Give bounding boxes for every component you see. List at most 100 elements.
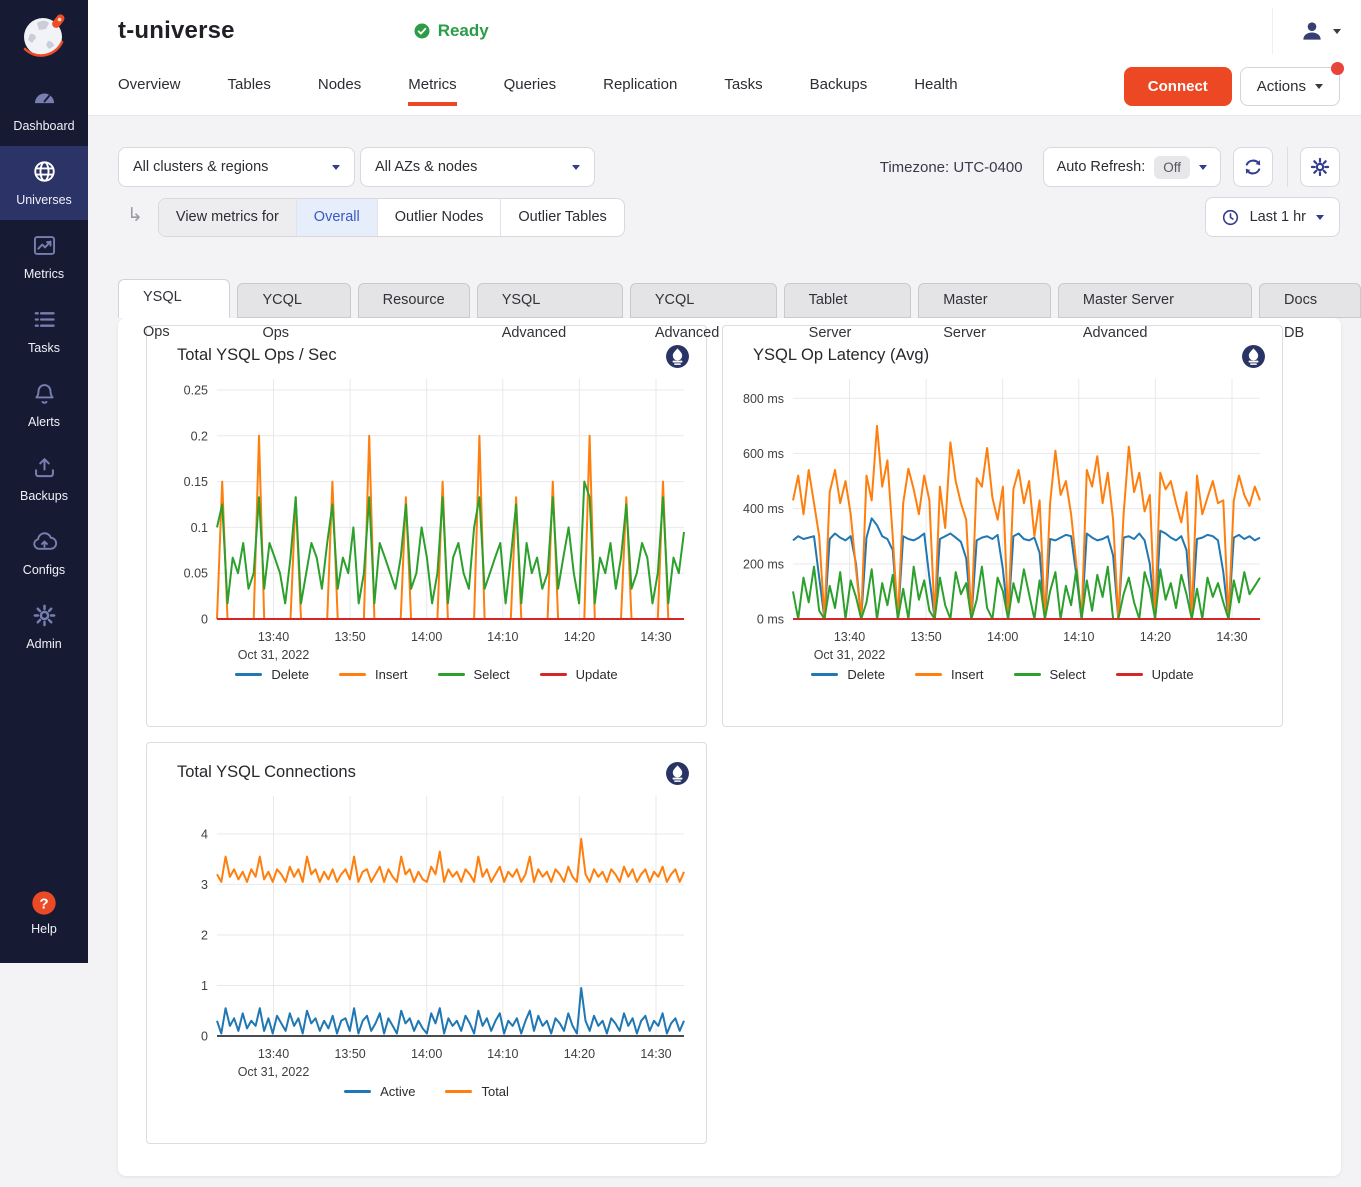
legend-item-update[interactable]: Update [1116,667,1194,682]
legend-item-active[interactable]: Active [344,1084,415,1099]
sidebar-item-label: Universes [16,193,72,207]
metrics-panel: Total YSQL Ops / Sec 00.050.10.150.20.25… [118,318,1341,1176]
header: t-universe Ready OverviewTablesNodesMetr… [88,0,1361,116]
chart-canvas[interactable]: 0123413:40Oct 31, 202213:5014:0014:1014:… [161,784,692,1084]
svg-text:?: ? [39,895,48,912]
svg-text:14:20: 14:20 [1140,630,1171,644]
nav-tab-tasks[interactable]: Tasks [724,76,762,106]
svg-text:Oct 31, 2022: Oct 31, 2022 [238,648,310,662]
svg-text:13:50: 13:50 [334,630,365,644]
legend-item-delete[interactable]: Delete [811,667,885,682]
app-logo[interactable] [0,0,88,72]
svg-text:14:30: 14:30 [640,1047,671,1061]
actions-label: Actions [1257,78,1306,95]
metric-tab-master-server[interactable]: Master Server [918,283,1051,318]
svg-text:14:20: 14:20 [564,630,595,644]
metrics-settings-button[interactable] [1300,147,1340,187]
clock-icon [1221,208,1240,227]
nav-tab-health[interactable]: Health [914,76,957,106]
legend-item-update[interactable]: Update [540,667,618,682]
user-menu[interactable] [1272,8,1341,54]
svg-text:Oct 31, 2022: Oct 31, 2022 [238,1065,310,1079]
svg-text:0 ms: 0 ms [757,613,784,627]
series-insert [793,426,1260,619]
metric-tab-ycql-advanced[interactable]: YCQL Advanced [630,283,777,318]
metric-tab-ysql-advanced[interactable]: YSQL Advanced [477,283,623,318]
connect-button[interactable]: Connect [1124,67,1232,106]
legend-label: Active [380,1084,415,1099]
nav-tab-metrics[interactable]: Metrics [408,76,456,106]
auto-refresh-control[interactable]: Auto Refresh: Off [1043,147,1221,187]
sidebar-item-admin[interactable]: Admin [0,590,88,664]
legend-item-select[interactable]: Select [438,667,510,682]
metric-tab-master-server-advanced[interactable]: Master Server Advanced [1058,283,1252,318]
svg-text:14:20: 14:20 [564,1047,595,1061]
svg-text:1: 1 [201,979,208,993]
time-range-select[interactable]: Last 1 hr [1205,197,1340,237]
chevron-down-icon [1315,84,1323,89]
cluster-region-value: All clusters & regions [133,159,268,175]
sidebar-item-help[interactable]: ? Help [0,877,88,949]
view-metrics-option-outlier-tables[interactable]: Outlier Tables [500,199,623,236]
universe-icon [31,158,58,188]
nav-tab-nodes[interactable]: Nodes [318,76,361,106]
view-metrics-option-outlier-nodes[interactable]: Outlier Nodes [377,199,501,236]
svg-text:0: 0 [201,1030,208,1044]
nav-tab-queries[interactable]: Queries [504,76,557,106]
prometheus-icon[interactable] [665,761,690,791]
sidebar-item-metrics[interactable]: Metrics [0,220,88,294]
metric-tab-resource[interactable]: Resource [358,283,470,318]
svg-text:13:50: 13:50 [910,630,941,644]
legend-label: Update [1152,667,1194,682]
legend-label: Total [481,1084,508,1099]
svg-text:0: 0 [201,613,208,627]
auto-refresh-label: Auto Refresh: [1057,159,1146,175]
actions-button[interactable]: Actions [1240,67,1340,106]
main-content: All clusters & regions All AZs & nodes T… [88,116,1361,1187]
nav-tab-replication[interactable]: Replication [603,76,677,106]
svg-text:14:00: 14:00 [411,630,442,644]
return-arrow-icon: ↳ [127,204,143,227]
metric-tab-ysql-ops[interactable]: YSQL Ops [118,279,230,318]
chart-canvas[interactable]: 00.050.10.150.20.2513:40Oct 31, 202213:5… [161,367,692,667]
svg-text:0.05: 0.05 [184,567,208,581]
notification-dot [1331,62,1344,75]
chart-title: Total YSQL Connections [177,763,692,782]
configs-icon [31,528,58,558]
legend-item-insert[interactable]: Insert [915,667,984,682]
sidebar-item-alerts[interactable]: Alerts [0,368,88,442]
sidebar-item-backups[interactable]: Backups [0,442,88,516]
sidebar-item-label: Alerts [28,415,60,429]
legend-label: Insert [375,667,408,682]
legend-item-select[interactable]: Select [1014,667,1086,682]
sidebar-item-universes[interactable]: Universes [0,146,88,220]
svg-text:800 ms: 800 ms [743,392,784,406]
legend-item-insert[interactable]: Insert [339,667,408,682]
legend-label: Select [474,667,510,682]
refresh-button[interactable] [1233,147,1273,187]
metric-tab-ycql-ops[interactable]: YCQL Ops [237,283,350,318]
sidebar-item-configs[interactable]: Configs [0,516,88,590]
view-metrics-option-overall[interactable]: Overall [296,199,377,236]
sidebar-item-label: Backups [20,489,68,503]
chart-canvas[interactable]: 0 ms200 ms400 ms600 ms800 ms13:40Oct 31,… [737,367,1268,667]
legend-swatch [235,673,262,676]
metric-tab-tablet-server[interactable]: Tablet Server [784,283,912,318]
sidebar-item-tasks[interactable]: Tasks [0,294,88,368]
nav-tab-overview[interactable]: Overview [118,76,181,106]
prometheus-icon[interactable] [1241,344,1266,374]
status-text: Ready [438,21,489,41]
az-node-value: All AZs & nodes [375,159,477,175]
cluster-region-select[interactable]: All clusters & regions [118,147,355,187]
metric-tab-docs-db[interactable]: Docs DB [1259,283,1361,318]
sidebar-item-dashboard[interactable]: Dashboard [0,72,88,146]
nav-tab-tables[interactable]: Tables [228,76,271,106]
legend-item-delete[interactable]: Delete [235,667,309,682]
svg-text:4: 4 [201,827,208,841]
az-node-select[interactable]: All AZs & nodes [360,147,595,187]
chart-legend: Active Total [161,1084,692,1099]
nav-tab-backups[interactable]: Backups [810,76,868,106]
legend-item-total[interactable]: Total [445,1084,508,1099]
svg-text:600 ms: 600 ms [743,447,784,461]
divider [1287,147,1288,187]
